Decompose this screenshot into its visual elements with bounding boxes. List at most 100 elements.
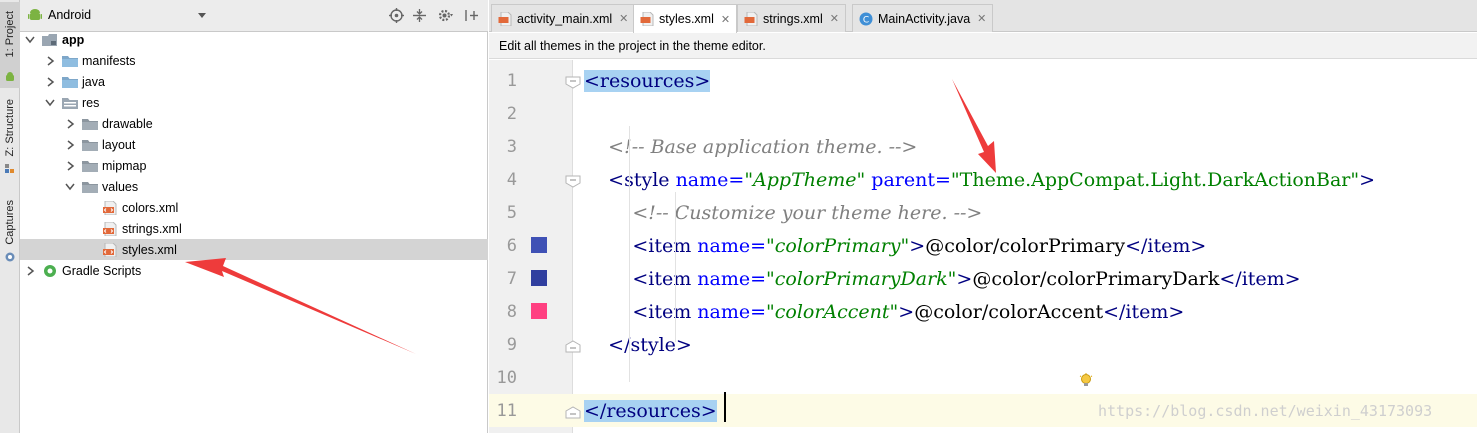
tree-item-gradle-scripts[interactable]: Gradle Scripts <box>20 260 488 281</box>
close-icon[interactable]: ✕ <box>830 12 839 25</box>
gear-icon[interactable] <box>438 8 453 23</box>
code-token: <item <box>584 301 698 323</box>
line-number: 10 <box>496 368 517 388</box>
editor-tab-strings-xml[interactable]: strings.xml ✕ <box>737 4 846 32</box>
code-token: name= <box>675 169 745 191</box>
code-token: <resources> <box>584 70 711 92</box>
code-token: </resources> <box>584 400 717 422</box>
scroll-from-source-icon[interactable] <box>389 8 404 23</box>
code-text: <style name="AppTheme" parent="Theme.App… <box>584 167 1375 193</box>
svg-text:C: C <box>863 15 869 25</box>
code-token: </item> <box>1125 235 1207 257</box>
fold-marker-icon[interactable] <box>565 76 581 89</box>
project-tool-label: 1: Project <box>4 10 16 58</box>
tree-item-strings-xml[interactable]: strings.xml <box>20 218 488 239</box>
hide-panel-icon[interactable] <box>464 8 479 23</box>
tree-item-colors-xml[interactable]: colors.xml <box>20 197 488 218</box>
expand-arrow-right-icon[interactable] <box>44 55 56 67</box>
lightbulb-icon[interactable] <box>1079 373 1093 389</box>
fold-marker-icon[interactable] <box>565 340 581 353</box>
code-token: <item <box>584 235 698 257</box>
code-token: <!-- Base application theme. --> <box>584 136 918 158</box>
tree-item-manifests[interactable]: manifests <box>20 50 488 71</box>
indent-guide <box>629 126 630 382</box>
theme-editor-notice-text: Edit all themes in the project in the th… <box>499 38 766 53</box>
tree-item-label: java <box>82 74 105 89</box>
structure-tool-tab[interactable]: Z: Structure <box>0 96 20 180</box>
code-line: 2 <box>489 97 1477 130</box>
xml-icon <box>102 221 118 236</box>
xml-file-icon <box>744 11 763 26</box>
code-text: <!-- Customize your theme here. --> <box>584 200 982 226</box>
tree-item-label: manifests <box>82 53 136 68</box>
project-view-selector[interactable]: Android <box>28 8 91 22</box>
tool-window-strip: 1: Project Z: Structure Captures <box>0 0 20 433</box>
captures-tool-tab[interactable]: Captures <box>0 196 20 268</box>
close-icon[interactable]: ✕ <box>721 13 730 26</box>
line-number: 3 <box>506 137 517 157</box>
color-swatch-icon[interactable] <box>531 270 547 286</box>
code-line: 5 <!-- Customize your theme here. --> <box>489 196 1477 229</box>
collapse-all-icon[interactable] <box>412 8 427 23</box>
tree-item-drawable[interactable]: drawable <box>20 113 488 134</box>
code-line: 4 <style name="AppTheme" parent="Theme.A… <box>489 163 1477 196</box>
expand-arrow-right-icon[interactable] <box>44 76 56 88</box>
theme-editor-notice[interactable]: Edit all themes in the project in the th… <box>489 33 1477 59</box>
line-number: 9 <box>506 335 517 355</box>
expand-arrow-right-icon[interactable] <box>64 118 76 130</box>
tree-item-label: res <box>82 95 100 110</box>
code-token: "colorPrimaryDark" <box>766 268 957 290</box>
expand-arrow-down-icon[interactable] <box>64 181 76 193</box>
code-token: > <box>898 301 915 323</box>
fold-marker-icon[interactable] <box>565 406 581 419</box>
code-text: </resources> <box>584 398 717 424</box>
expand-arrow-down-icon[interactable] <box>44 97 56 109</box>
xml-file-icon <box>640 12 659 26</box>
code-token: "Theme.AppCompat.Light.DarkActionBar" <box>950 169 1360 191</box>
close-icon[interactable]: ✕ <box>977 12 986 25</box>
tree-item-mipmap[interactable]: mipmap <box>20 155 488 176</box>
code-token: "colorPrimary" <box>766 235 910 257</box>
indent-guide <box>675 192 676 342</box>
tree-item-values[interactable]: values <box>20 176 488 197</box>
code-line: 10 <box>489 361 1477 394</box>
line-number: 8 <box>506 302 517 322</box>
code-token: name= <box>697 235 766 257</box>
fold-marker-icon[interactable] <box>565 175 581 188</box>
color-swatch-icon[interactable] <box>531 303 547 319</box>
code-token: > <box>956 268 973 290</box>
tree-item-app[interactable]: app <box>20 29 488 50</box>
folder-gray-icon <box>82 117 98 131</box>
editor-tab-label: MainActivity.java <box>878 11 971 26</box>
tree-item-label: drawable <box>102 116 153 131</box>
code-line: 3 <!-- Base application theme. --> <box>489 130 1477 163</box>
tree-item-label: app <box>62 32 85 47</box>
expand-arrow-right-icon[interactable] <box>24 265 36 277</box>
color-swatch-icon[interactable] <box>531 237 547 253</box>
close-icon[interactable]: ✕ <box>619 12 628 25</box>
project-tool-tab[interactable]: 1: Project <box>0 2 20 88</box>
line-number: 7 <box>506 269 517 289</box>
code-text: <resources> <box>584 68 711 94</box>
expand-arrow-down-icon[interactable] <box>24 34 36 46</box>
tree-item-java[interactable]: java <box>20 71 488 92</box>
tree-item-styles-xml[interactable]: styles.xml <box>20 239 488 260</box>
editor-tab-styles-xml[interactable]: styles.xml ✕ <box>633 4 738 33</box>
code-line: 1 <resources> <box>489 64 1477 97</box>
editor-tab-mainactivity-java[interactable]: C MainActivity.java ✕ <box>852 4 994 32</box>
captures-tool-label: Captures <box>4 199 16 245</box>
tree-item-label: mipmap <box>102 158 147 173</box>
code-token: > <box>1359 169 1376 191</box>
text-caret <box>724 392 726 422</box>
chevron-down-icon[interactable] <box>198 13 206 18</box>
editor-tab-activity-main-xml[interactable]: activity_main.xml ✕ <box>491 4 636 32</box>
expand-arrow-right-icon[interactable] <box>64 160 76 172</box>
code-area[interactable]: 1 <resources> 2 3 <!-- Base application the… <box>489 60 1477 433</box>
tree-item-res[interactable]: res <box>20 92 488 113</box>
code-line: 8 <item name="colorAccent">@color/colorA… <box>489 295 1477 328</box>
camera-icon <box>5 252 15 262</box>
expand-arrow-right-icon[interactable] <box>64 139 76 151</box>
tree-item-layout[interactable]: layout <box>20 134 488 155</box>
